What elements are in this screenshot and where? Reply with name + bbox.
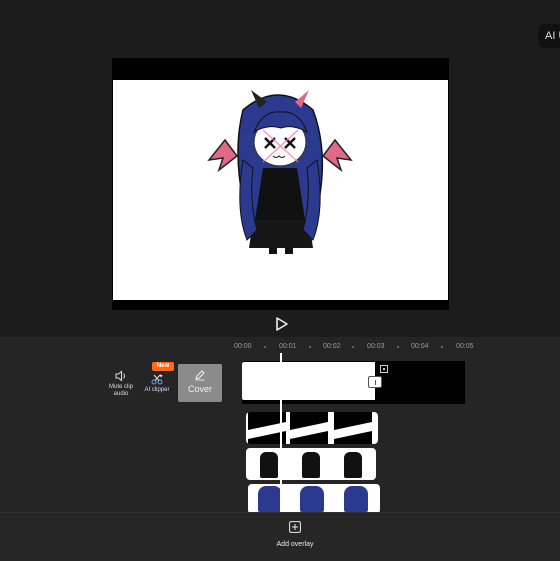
plus-square-icon xyxy=(289,521,301,533)
new-badge: New xyxy=(152,362,174,371)
ruler-label: 00:02 xyxy=(323,343,341,350)
speaker-icon xyxy=(115,370,125,382)
overlay-thumbnail xyxy=(334,448,372,480)
add-overlay-label: Add overlay xyxy=(276,541,314,548)
ruler-tick xyxy=(441,346,443,348)
ruler-tick xyxy=(309,346,311,348)
cover-label: Cover xyxy=(187,384,212,394)
ruler-label: 00:00 xyxy=(234,343,252,350)
pencil-icon xyxy=(195,370,205,381)
clip-trim-handle[interactable] xyxy=(368,376,382,388)
ai-clipper-button[interactable]: AI clipper xyxy=(137,373,177,394)
scissors-sparkle-icon xyxy=(151,374,163,385)
overlay-thumbnail xyxy=(250,448,288,480)
overlay-track[interactable] xyxy=(246,412,378,444)
ruler-label: 00:03 xyxy=(367,343,385,350)
character-image xyxy=(207,90,353,254)
overlay-thumbnail xyxy=(290,412,328,444)
playhead[interactable] xyxy=(280,353,282,518)
overlay-thumbnail xyxy=(252,484,290,514)
play-icon xyxy=(276,317,288,331)
add-overlay-button[interactable]: Add overlay xyxy=(262,520,328,548)
ruler-tick xyxy=(397,346,399,348)
preview-canvas[interactable] xyxy=(113,80,448,300)
ruler-label: 00:01 xyxy=(279,343,297,350)
overlay-thumbnail xyxy=(294,484,332,514)
ruler-tick xyxy=(352,346,354,348)
mute-clip-audio-button[interactable]: Mute clip audio xyxy=(101,370,141,398)
ai-feature-chip[interactable]: AI U xyxy=(538,24,560,48)
overlay-track[interactable] xyxy=(248,484,380,514)
overlay-thumbnail xyxy=(338,484,376,514)
main-video-clip[interactable] xyxy=(242,362,375,400)
mute-clip-audio-label: Mute clip audio xyxy=(108,384,133,397)
ruler-tick xyxy=(264,346,266,348)
overlay-thumbnail xyxy=(292,448,330,480)
overlay-thumbnail xyxy=(334,412,372,444)
overlay-track[interactable] xyxy=(246,448,376,480)
play-button[interactable] xyxy=(271,314,291,334)
ai-clipper-label: AI clipper xyxy=(144,387,170,393)
transition-icon[interactable] xyxy=(380,365,388,373)
ruler-label: 00:04 xyxy=(411,343,429,350)
ruler-label: 00:05 xyxy=(456,343,474,350)
cover-button[interactable]: Cover xyxy=(178,364,222,402)
